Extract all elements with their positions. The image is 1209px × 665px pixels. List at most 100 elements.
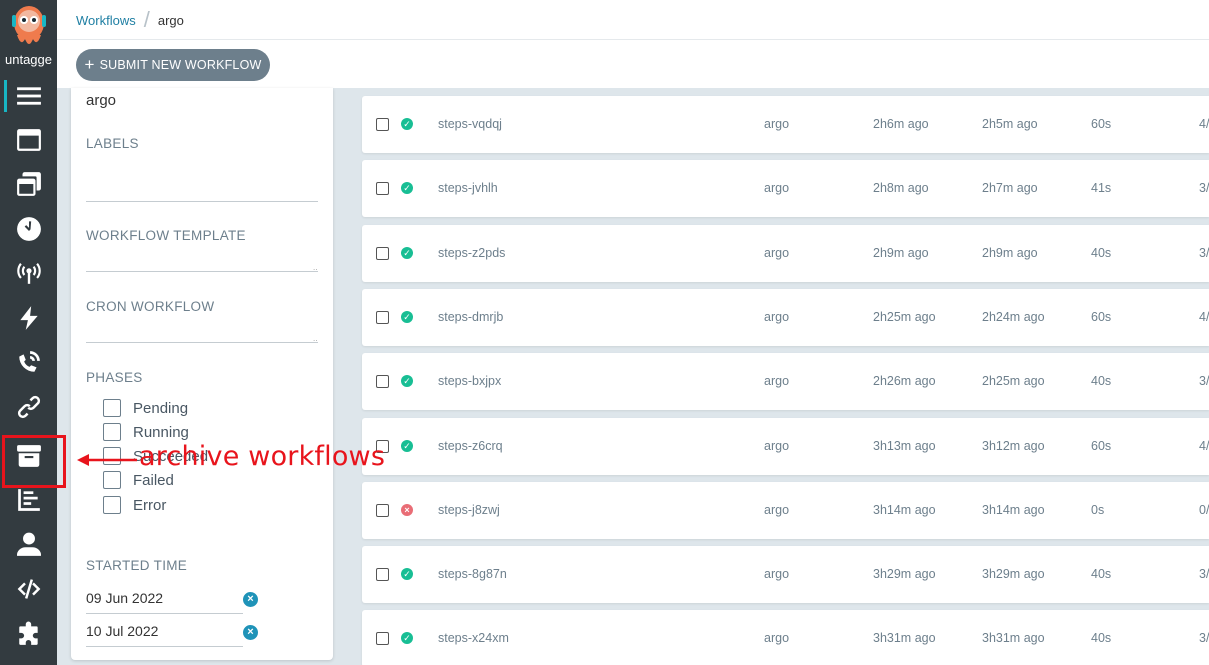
submit-button-label: SUBMIT NEW WORKFLOW xyxy=(99,58,262,72)
workflow-template-select[interactable] xyxy=(86,271,318,272)
workflow-namespace: argo xyxy=(764,310,790,324)
workflow-duration: 40s xyxy=(1091,374,1112,388)
row-checkbox[interactable] xyxy=(376,375,389,388)
workflow-row[interactable]: ✓ steps-vqdqj argo 2h6m ago 2h5m ago 60s 4/ xyxy=(362,96,1209,153)
workflow-started: 3h13m ago xyxy=(873,439,936,453)
workflow-duration: 0s xyxy=(1091,503,1105,517)
workflow-finished: 3h29m ago xyxy=(982,567,1045,581)
row-checkbox[interactable] xyxy=(376,568,389,581)
row-checkbox[interactable] xyxy=(376,311,389,324)
row-checkbox[interactable] xyxy=(376,632,389,645)
argo-logo-icon[interactable] xyxy=(9,3,49,49)
workflow-name[interactable]: steps-jvhlh xyxy=(438,181,498,195)
workflow-row[interactable]: ✓ steps-8g87n argo 3h29m ago 3h29m ago 40s 3/ xyxy=(362,546,1209,603)
workflow-duration: 41s xyxy=(1091,181,1112,195)
checkbox[interactable] xyxy=(103,423,121,441)
workflow-row[interactable]: ✓ steps-jvhlh argo 2h8m ago 2h7m ago 41s 3/ xyxy=(362,160,1209,217)
nav-item-cron-workflows[interactable] xyxy=(0,207,57,251)
annotation-highlight-box xyxy=(2,435,66,488)
namespace-filter-value[interactable]: argo xyxy=(86,92,116,109)
row-checkbox[interactable] xyxy=(376,504,389,517)
nav-item-cluster-templates[interactable] xyxy=(0,162,57,206)
workflow-duration: 60s xyxy=(1091,439,1112,453)
workflow-namespace: argo xyxy=(764,181,790,195)
chevron-down-icon[interactable]: .. xyxy=(313,334,317,343)
workflow-name[interactable]: steps-z2pds xyxy=(438,246,505,260)
filter-panel: argo LABELS WORKFLOW TEMPLATE .. CRON WO… xyxy=(71,88,333,660)
workflow-name[interactable]: steps-vqdqj xyxy=(438,117,502,131)
workflow-row[interactable]: ✓ steps-bxjpx argo 2h26m ago 2h25m ago 40s 3/ xyxy=(362,353,1209,410)
row-checkbox[interactable] xyxy=(376,247,389,260)
workflow-namespace: argo xyxy=(764,503,790,517)
nav-item-links[interactable] xyxy=(0,385,57,429)
nav-item-user[interactable] xyxy=(0,522,57,566)
workflow-duration: 40s xyxy=(1091,567,1112,581)
phase-checkbox-pending[interactable]: Pending xyxy=(103,399,188,417)
success-check-icon: ✓ xyxy=(401,632,413,644)
checkbox[interactable] xyxy=(103,399,121,417)
workflow-name[interactable]: steps-bxjpx xyxy=(438,374,501,388)
workflow-started: 2h6m ago xyxy=(873,117,929,131)
workflow-name[interactable]: steps-8g87n xyxy=(438,567,507,581)
row-checkbox[interactable] xyxy=(376,182,389,195)
cron-workflows-icon xyxy=(16,217,41,241)
workflow-row[interactable]: × steps-j8zwj argo 3h14m ago 3h14m ago 0s 0/ xyxy=(362,482,1209,539)
phase-checkbox-running[interactable]: Running xyxy=(103,423,189,441)
event-flow-icon xyxy=(18,351,40,372)
workflow-row[interactable]: ✓ steps-x24xm argo 3h31m ago 3h31m ago 40s 3/ xyxy=(362,610,1209,665)
workflow-templates-icon xyxy=(16,129,41,151)
workflow-progress: 3/ xyxy=(1199,567,1209,581)
submit-new-workflow-button[interactable]: + SUBMIT NEW WORKFLOW xyxy=(76,49,270,81)
checkbox[interactable] xyxy=(103,471,121,489)
workflow-name[interactable]: steps-x24xm xyxy=(438,631,509,645)
workflows-list-icon xyxy=(16,87,41,105)
success-check-icon: ✓ xyxy=(401,568,413,580)
workflow-progress: 3/ xyxy=(1199,181,1209,195)
checkbox[interactable] xyxy=(103,496,121,514)
workflow-row[interactable]: ✓ steps-dmrjb argo 2h25m ago 2h24m ago 60s 4/ xyxy=(362,289,1209,346)
end-date-input[interactable]: 10 Jul 2022 xyxy=(86,623,243,647)
workflow-started: 2h9m ago xyxy=(873,246,929,260)
breadcrumb-workflows-link[interactable]: Workflows xyxy=(76,13,136,28)
sensors-icon xyxy=(19,306,38,330)
clear-end-date-icon[interactable]: × xyxy=(243,625,258,640)
workflow-progress: 3/ xyxy=(1199,246,1209,260)
action-bar: + SUBMIT NEW WORKFLOW xyxy=(57,40,1209,88)
plugins-icon xyxy=(18,621,38,645)
nav-item-event-flow[interactable] xyxy=(0,340,57,384)
nav-item-api-docs[interactable] xyxy=(0,567,57,611)
failed-x-icon: × xyxy=(401,504,413,516)
workflow-namespace: argo xyxy=(764,567,790,581)
workflow-name[interactable]: steps-j8zwj xyxy=(438,503,500,517)
workflow-row[interactable]: ✓ steps-z2pds argo 2h9m ago 2h9m ago 40s 3/ xyxy=(362,225,1209,282)
workflow-name[interactable]: steps-z6crq xyxy=(438,439,503,453)
workflow-name[interactable]: steps-dmrjb xyxy=(438,310,503,324)
start-date-input[interactable]: 09 Jun 2022 xyxy=(86,590,243,614)
nav-item-event-sources[interactable] xyxy=(0,251,57,295)
annotation-arrow-icon xyxy=(77,454,137,466)
cron-workflow-select[interactable] xyxy=(86,342,318,343)
phase-label: Error xyxy=(133,496,167,514)
labels-filter-input[interactable] xyxy=(86,201,318,202)
phase-checkbox-error[interactable]: Error xyxy=(103,496,166,514)
cluster-workflow-templates-icon xyxy=(16,172,41,196)
workflow-progress: 3/ xyxy=(1199,374,1209,388)
workflow-row[interactable]: ✓ steps-z6crq argo 3h13m ago 3h12m ago 60s 4/ xyxy=(362,418,1209,475)
clear-start-date-icon[interactable]: × xyxy=(243,592,258,607)
workflow-namespace: argo xyxy=(764,631,790,645)
success-check-icon: ✓ xyxy=(401,311,413,323)
success-check-icon: ✓ xyxy=(401,118,413,130)
nav-item-workflows[interactable] xyxy=(0,74,57,118)
breadcrumb-separator: / xyxy=(143,7,150,32)
row-checkbox[interactable] xyxy=(376,118,389,131)
breadcrumb: Workflows / argo xyxy=(76,9,184,31)
nav-item-workflow-templates[interactable] xyxy=(0,118,57,162)
chevron-down-icon[interactable]: .. xyxy=(313,263,317,272)
nav-item-sensors[interactable] xyxy=(0,296,57,340)
workflow-started: 2h26m ago xyxy=(873,374,936,388)
workflow-duration: 40s xyxy=(1091,246,1112,260)
phase-checkbox-failed[interactable]: Failed xyxy=(103,471,174,489)
workflow-duration: 60s xyxy=(1091,117,1112,131)
workflow-finished: 2h25m ago xyxy=(982,374,1045,388)
nav-item-plugins[interactable] xyxy=(0,612,57,656)
